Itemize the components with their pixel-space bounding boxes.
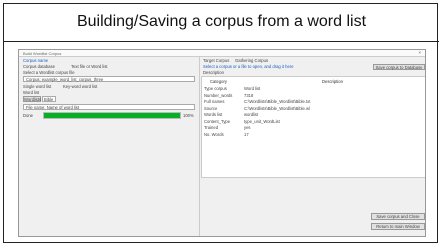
table-row-value: yes: [244, 125, 251, 130]
radio-text-file[interactable]: Text file or Word list: [71, 64, 107, 69]
save-corpus-button[interactable]: Save corpus to Database: [373, 64, 425, 70]
word-list-label: Word list: [23, 90, 40, 95]
return-main-window-button[interactable]: Return to main Window: [371, 223, 425, 230]
table-row-value: 7318: [244, 92, 254, 98]
source-field[interactable]: Bible: [42, 96, 56, 102]
progress-fill: [44, 113, 180, 118]
table-row-value: 17: [244, 131, 249, 137]
panel-divider: [199, 57, 200, 236]
table-row-value: wordlist: [244, 112, 259, 117]
progress-bar: [43, 112, 181, 119]
slide-frame: Building/Saving a corpus from a word lis…: [3, 3, 439, 243]
radio-corpus-database[interactable]: Corpus database: [23, 64, 55, 69]
save-and-close-label: Save corpus and Close: [376, 214, 420, 219]
table-row-key: Source: [204, 105, 218, 111]
radio-single-word-list[interactable]: Single word list: [23, 84, 51, 89]
source-value: Bible: [44, 97, 54, 102]
save-and-close-button[interactable]: Save corpus and Close: [371, 213, 425, 220]
slide-title: Building/Saving a corpus from a word lis…: [4, 4, 439, 42]
target-corpus-label: Target Corpus: [203, 58, 230, 63]
save-corpus-button-label: Save corpus to Database: [375, 65, 423, 70]
description-label: Description: [203, 70, 224, 75]
table-row-key: Number_words: [204, 92, 233, 98]
table-row-key: Type corpus: [204, 86, 227, 91]
column-header-category: Category: [210, 79, 227, 84]
table-row-value: type_unit_WordList: [244, 118, 280, 124]
wordlists-tag[interactable]: Wordlists: [23, 96, 41, 102]
corpus-properties-list[interactable]: Category Description Type corpus Word lis…: [201, 76, 425, 178]
window-title: Build Wordlist Corpus: [23, 50, 62, 56]
database-hint: Select a Wordlist corpus file: [23, 70, 75, 75]
wordlists-tag-label: Wordlists: [24, 97, 42, 102]
corpus-path-value: Corpus: example_word_list_corpus_three: [26, 77, 104, 82]
table-row-key: Words list: [204, 112, 223, 117]
return-main-window-label: Return to main Window: [376, 224, 420, 229]
table-row-value: C:\Wordlists\Bible_Wordlist\Bible.wl: [244, 105, 310, 111]
progress-label: Done: [23, 113, 34, 118]
right-panel: Target Corpus Gathering Corpus Select a …: [201, 57, 425, 236]
progress-value: 100%: [183, 113, 194, 118]
filter-value: File name: Name of word list: [26, 105, 80, 110]
window-titlebar: Build Wordlist Corpus ×: [19, 50, 425, 57]
corpus-name-label: Corpus name: [23, 58, 49, 63]
table-row-key: Full names: [204, 99, 225, 104]
filter-field[interactable]: File name: Name of word list: [23, 104, 195, 110]
table-row-value: C:\Wordlists\Bible_Wordlist\Bible.txt: [244, 99, 311, 104]
corpus-path-field[interactable]: Corpus: example_word_list_corpus_three: [23, 76, 195, 82]
table-row-value: Word list: [244, 86, 261, 91]
close-icon[interactable]: ×: [418, 50, 421, 55]
table-row-key: Content_Type: [204, 118, 231, 124]
app-window: Build Wordlist Corpus × Corpus name Corp…: [18, 49, 426, 237]
target-corpus-value: Gathering Corpus: [235, 58, 269, 63]
info-line: Select a corpus or a file to open, and d…: [203, 64, 294, 69]
table-row-key: Trained: [204, 125, 219, 130]
left-panel: Corpus name Corpus database Text file or…: [19, 57, 199, 236]
table-row-key: No. Words: [204, 131, 224, 137]
radio-key-word-list[interactable]: Key-word word list: [63, 84, 97, 89]
column-header-description: Description: [322, 79, 343, 84]
